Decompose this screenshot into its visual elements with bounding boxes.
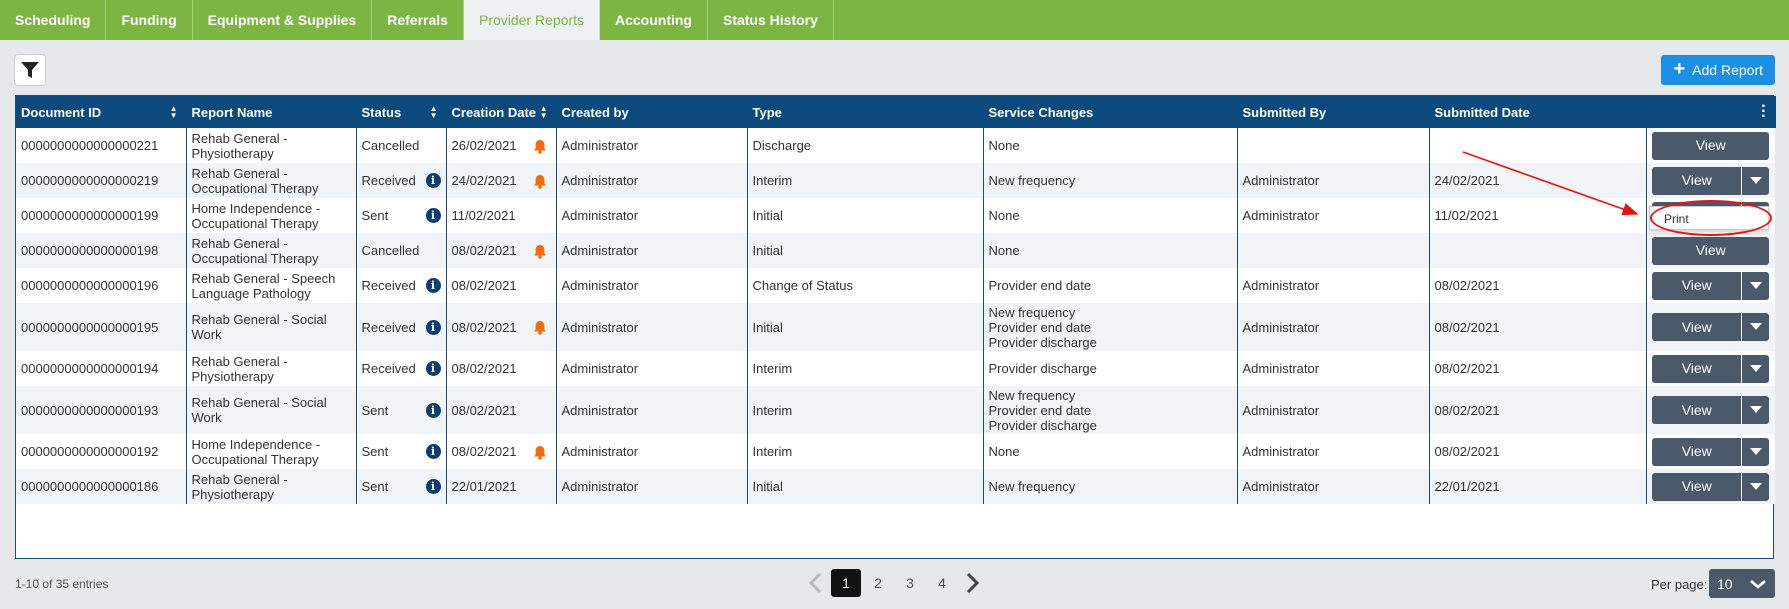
per-page-label: Per page:: [1651, 577, 1708, 592]
chevron-right-icon: [966, 572, 980, 594]
annotation-arrow: [1462, 151, 1639, 216]
per-page-select[interactable]: 10: [1709, 569, 1775, 598]
page-2-button[interactable]: 2: [863, 569, 893, 597]
chevron-down-icon: [1750, 579, 1766, 589]
page-1-button[interactable]: 1: [831, 569, 861, 597]
per-page-value: 10: [1717, 575, 1733, 592]
next-page-button[interactable]: [958, 569, 988, 597]
page-3-button[interactable]: 3: [895, 569, 925, 597]
chevron-left-icon: [808, 572, 822, 594]
page-4-button[interactable]: 4: [927, 569, 957, 597]
previous-page-button[interactable]: [800, 569, 830, 597]
entries-count: 1-10 of 35 entries: [15, 577, 109, 591]
pagination: 1234: [800, 569, 988, 597]
